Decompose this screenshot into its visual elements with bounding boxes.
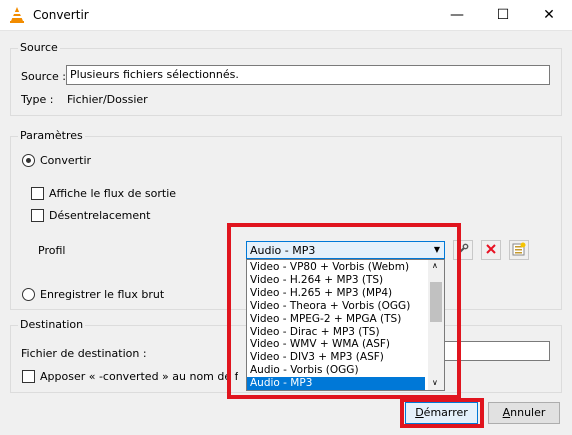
start-button[interactable]: Démarrer	[405, 402, 478, 424]
delete-profile-button[interactable]	[481, 240, 501, 260]
type-value: Fichier/Dossier	[67, 93, 148, 106]
maximize-button[interactable]: ☐	[480, 0, 526, 31]
profile-label: Profil	[38, 244, 66, 257]
new-profile-button[interactable]	[509, 240, 529, 260]
close-button[interactable]: ✕	[526, 0, 572, 31]
window-title: Convertir	[33, 8, 89, 22]
deinterlace-checkbox[interactable]	[31, 209, 44, 222]
convert-radio[interactable]	[22, 154, 35, 167]
deinterlace-label: Désentrelacement	[49, 209, 151, 222]
append-converted-label: Apposer « -converted » au nom de fichier	[40, 370, 238, 383]
type-label: Type :	[21, 93, 54, 106]
convert-label: Convertir	[40, 154, 92, 167]
cancel-rest: nnuler	[510, 406, 546, 419]
cancel-button[interactable]: Annuler	[488, 402, 560, 424]
source-label: Source :	[21, 70, 66, 83]
show-output-label: Affiche le flux de sortie	[49, 187, 177, 200]
show-output-checkbox[interactable]	[31, 187, 44, 200]
source-group-label: Source	[18, 41, 60, 54]
destination-group-label: Destination	[18, 318, 86, 331]
cancel-underlined: A	[502, 406, 511, 419]
profile-highlight-box	[227, 223, 461, 399]
append-converted-checkbox[interactable]	[22, 370, 35, 383]
vlc-cone-icon	[8, 6, 26, 24]
start-rest: émarrer	[423, 406, 468, 419]
destination-file-label: Fichier de destination :	[21, 347, 147, 360]
title-bar: Convertir — ☐ ✕	[0, 0, 572, 31]
raw-dump-label: Enregistrer le flux brut	[40, 288, 165, 301]
start-underlined: D	[415, 406, 424, 419]
minimize-button[interactable]: —	[434, 0, 480, 31]
source-input[interactable]: Plusieurs fichiers sélectionnés.	[66, 65, 550, 85]
parameters-group-label: Paramètres	[18, 129, 85, 142]
raw-dump-radio[interactable]	[22, 288, 35, 301]
delete-x-icon	[485, 243, 497, 258]
new-profile-icon	[512, 242, 526, 259]
